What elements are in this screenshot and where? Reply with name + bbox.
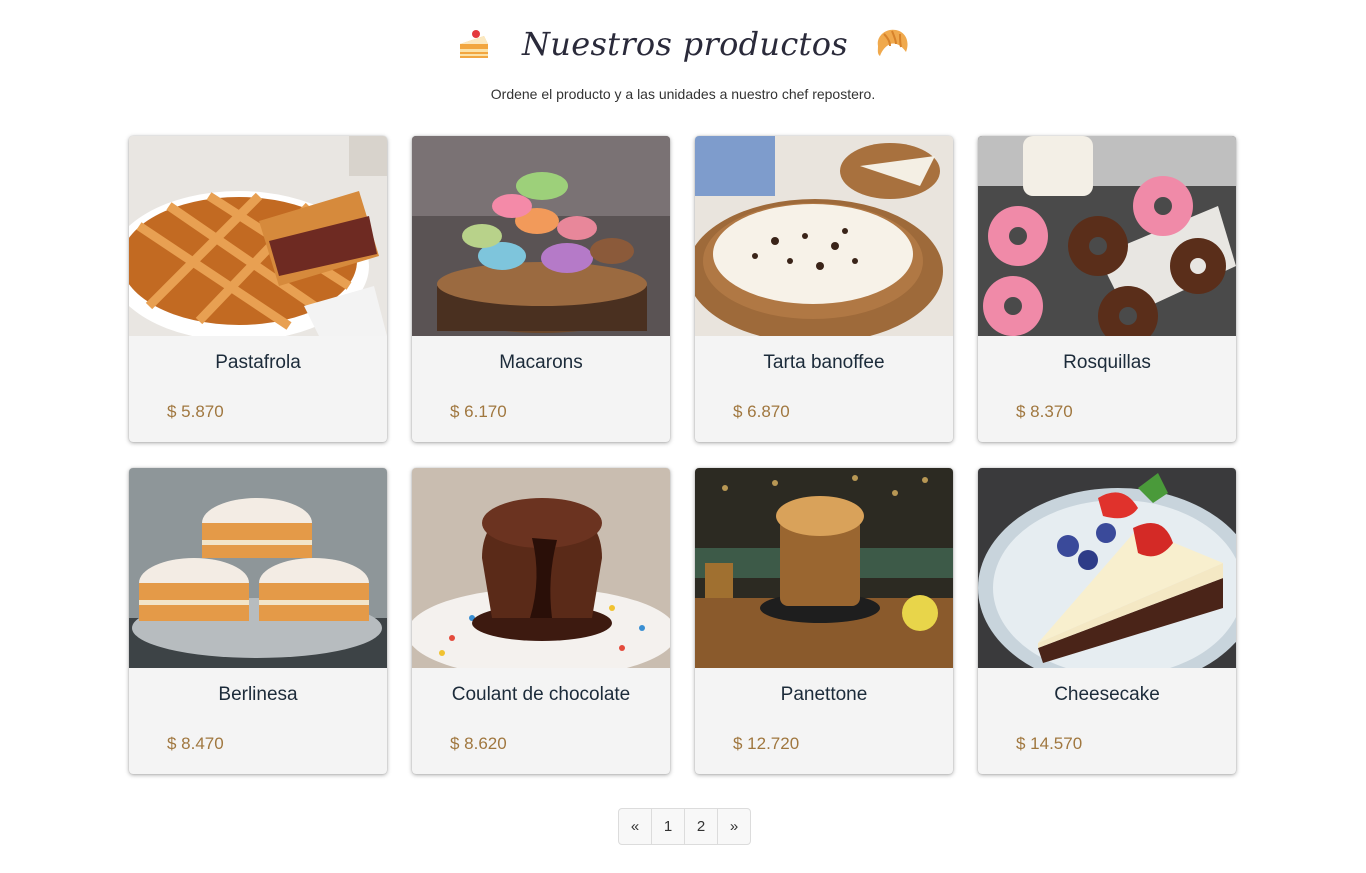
product-card-tarta-banoffee[interactable]: Tarta banoffee $ 6.870 — [695, 136, 953, 442]
product-image-panettone — [695, 468, 953, 668]
product-grid: Pastafrola $ 5.870 Macarons $ 6.170 Tart… — [129, 136, 1238, 774]
product-price: $ 6.870 — [733, 402, 790, 421]
product-price: $ 14.570 — [1016, 734, 1083, 753]
pagination-page-2[interactable]: 2 — [685, 809, 718, 844]
product-price: $ 8.470 — [167, 734, 224, 753]
product-name: Tarta banoffee — [763, 352, 885, 373]
product-name: Macarons — [499, 352, 583, 373]
product-image-coulant-de-chocolate — [412, 468, 670, 668]
product-price: $ 8.620 — [450, 734, 507, 753]
page-subtitle: Ordene el producto y a las unidades a nu… — [490, 86, 876, 102]
header: Nuestros productos — [0, 14, 1366, 74]
product-image-berlinesa — [129, 468, 387, 668]
product-price: $ 5.870 — [167, 402, 224, 421]
product-card-cheesecake[interactable]: Cheesecake $ 14.570 — [978, 468, 1236, 774]
product-price: $ 12.720 — [733, 734, 800, 753]
product-name: Pastafrola — [215, 352, 301, 373]
product-card-macarons[interactable]: Macarons $ 6.170 — [412, 136, 670, 442]
pagination-prev-button[interactable]: « — [619, 809, 652, 844]
pagination: « 1 2 » — [618, 808, 751, 845]
product-image-pastafrola — [129, 136, 387, 336]
pagination-page-1[interactable]: 1 — [652, 809, 685, 844]
products-page: Nuestros productos Ordene el producto y … — [0, 0, 1366, 873]
product-card-coulant-de-chocolate[interactable]: Coulant de chocolate $ 8.620 — [412, 468, 670, 774]
page-title: Nuestros productos — [522, 25, 848, 63]
product-name: Cheesecake — [1054, 684, 1160, 705]
product-card-panettone[interactable]: Panettone $ 12.720 — [695, 468, 953, 774]
product-price: $ 8.370 — [1016, 402, 1073, 421]
product-name: Rosquillas — [1063, 352, 1151, 373]
product-name: Coulant de chocolate — [451, 684, 631, 705]
product-card-pastafrola[interactable]: Pastafrola $ 5.870 — [129, 136, 387, 442]
cake-slice-icon — [454, 24, 494, 64]
product-card-berlinesa[interactable]: Berlinesa $ 8.470 — [129, 468, 387, 774]
product-name: Berlinesa — [218, 684, 298, 705]
croissant-icon — [872, 24, 912, 64]
product-image-macarons — [412, 136, 670, 336]
product-image-rosquillas — [978, 136, 1236, 336]
product-image-tarta-banoffee — [695, 136, 953, 336]
pagination-next-button[interactable]: » — [718, 809, 750, 844]
product-name: Panettone — [780, 684, 868, 705]
product-card-rosquillas[interactable]: Rosquillas $ 8.370 — [978, 136, 1236, 442]
product-image-cheesecake — [978, 468, 1236, 668]
product-price: $ 6.170 — [450, 402, 507, 421]
